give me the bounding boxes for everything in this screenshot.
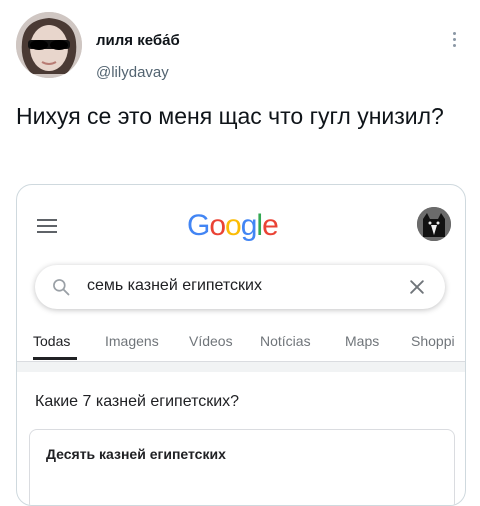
author-avatar[interactable] bbox=[16, 12, 82, 78]
tab-news[interactable]: Notícias bbox=[260, 333, 311, 349]
answer-title[interactable]: Десять казней египетских bbox=[46, 446, 226, 462]
logo-letter: o bbox=[225, 209, 242, 242]
tab-videos[interactable]: Vídeos bbox=[189, 333, 233, 349]
tweet-header: лиля кеба́б @lilydavay bbox=[16, 12, 464, 82]
tweet-text: Нихуя се это меня щас что гугл унизил? bbox=[16, 103, 444, 129]
account-avatar[interactable] bbox=[417, 207, 451, 241]
tab-shopping[interactable]: Shoppi bbox=[411, 333, 455, 349]
google-screenshot-embed[interactable]: Google семь казней египетских Todas Imag… bbox=[16, 184, 466, 506]
search-icon[interactable] bbox=[51, 277, 71, 297]
author-handle[interactable]: @lilydavay bbox=[96, 64, 169, 81]
more-options-icon[interactable] bbox=[444, 24, 464, 54]
answer-card[interactable]: Десять казней египетских bbox=[29, 429, 455, 505]
author-name[interactable]: лиля кеба́б bbox=[96, 32, 180, 49]
google-logo[interactable]: Google bbox=[187, 209, 279, 243]
logo-letter: g bbox=[240, 209, 258, 242]
close-icon[interactable] bbox=[407, 277, 427, 297]
search-tabs: Todas Imagens Vídeos Notícias Maps Shopp… bbox=[17, 327, 465, 361]
featured-question: Какие 7 казней египетских? bbox=[35, 393, 240, 410]
section-separator bbox=[17, 362, 465, 372]
tab-all[interactable]: Todas bbox=[33, 333, 70, 349]
hamburger-menu-icon[interactable] bbox=[37, 219, 57, 233]
search-bar[interactable]: семь казней египетских bbox=[35, 265, 445, 309]
search-input[interactable]: семь казней египетских bbox=[87, 277, 262, 295]
tab-images[interactable]: Imagens bbox=[105, 333, 159, 349]
logo-letter: G bbox=[187, 209, 210, 242]
active-tab-indicator bbox=[33, 357, 77, 360]
tab-maps[interactable]: Maps bbox=[345, 333, 379, 349]
logo-letter: e bbox=[262, 209, 279, 242]
logo-letter: o bbox=[209, 209, 226, 242]
